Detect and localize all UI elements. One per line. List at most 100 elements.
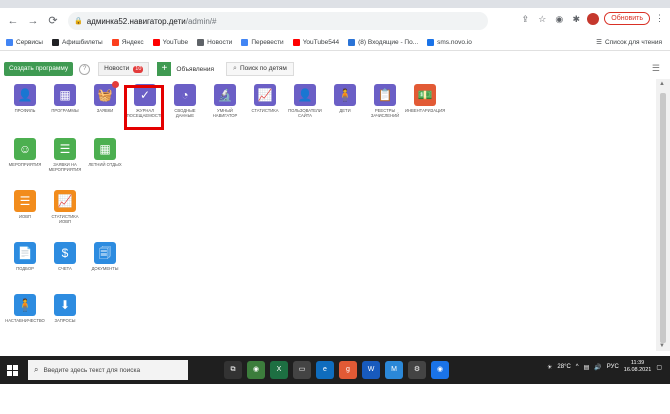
forward-icon[interactable]: → (26, 14, 40, 28)
bookmark-icon (51, 38, 59, 46)
bookmark-label: YouTube (162, 38, 189, 46)
clock[interactable]: 11:39 16.08.2021 (624, 360, 652, 374)
url-input[interactable]: 🔒 админка52.навигатор.дети /admin/# (68, 12, 488, 30)
bookmark-item[interactable]: (8) Входящие - По... (348, 38, 419, 46)
reload-icon[interactable]: ⟳ (46, 14, 60, 28)
url-path: /admin/# (185, 16, 217, 26)
puzzle-icon[interactable]: ✱ (570, 13, 582, 25)
m-app-icon[interactable]: M (385, 361, 403, 379)
weather-icon: ☀ (547, 364, 553, 371)
notifications-icon[interactable]: ▢ (656, 364, 662, 371)
address-bar-row: ← → ⟳ 🔒 админка52.навигатор.дети /admin/… (0, 8, 670, 34)
module-tile[interactable]: 🔬 Умный навигатор (205, 84, 245, 118)
module-tile[interactable]: 📈 Статистика (245, 84, 285, 113)
tray-arrow-icon[interactable]: ^ (576, 364, 579, 370)
invoice-icon: $ (54, 242, 76, 264)
create-program-button[interactable]: Создать программу (4, 62, 74, 76)
taskbar-apps: ⧉ ◉ X ▭ e g W M ⚙ ◉ (224, 361, 454, 379)
edge-icon[interactable]: e (316, 361, 334, 379)
url-host: админка52.навигатор.дети (86, 16, 186, 26)
bookmark-item[interactable]: sms.novo.io (427, 38, 472, 46)
hamburger-icon[interactable]: ☰ (652, 63, 660, 74)
vertical-scrollbar[interactable]: ▲ ▼ (656, 79, 670, 351)
taskbar-search-input[interactable]: ⌕ Введите здесь текст для поиска (28, 360, 188, 380)
share-icon[interactable]: ⇪ (519, 13, 531, 25)
bookmark-item[interactable]: Сервисы (6, 38, 43, 46)
module-tile[interactable]: ▦ Летний отдых (85, 138, 125, 167)
task-view-icon[interactable]: ⧉ (224, 361, 242, 379)
module-tile[interactable]: 🗐 Документы (85, 242, 125, 271)
scroll-thumb[interactable] (660, 93, 666, 343)
module-tile[interactable]: 📋 Реестры зачислений (365, 84, 405, 118)
module-label: Профиль (14, 108, 36, 113)
folder-icon[interactable]: ▭ (293, 361, 311, 379)
network-icon[interactable]: ▤ (584, 364, 590, 371)
star-icon[interactable]: ☆ (536, 13, 548, 25)
extension-icon[interactable]: ◉ (553, 13, 565, 25)
bookmark-label: YouTube544 (302, 38, 340, 46)
calendar-icon: ▦ (54, 84, 76, 106)
add-announcement-button[interactable]: + (157, 62, 172, 76)
bookmark-item[interactable]: YouTube (152, 38, 189, 46)
volume-icon[interactable]: 🔊 (594, 364, 601, 371)
module-tile[interactable]: $ Счета (45, 242, 85, 271)
settings-icon[interactable]: ⚙ (408, 361, 426, 379)
help-icon[interactable]: ? (79, 63, 91, 75)
module-tile[interactable]: 🧍 Дети (325, 84, 365, 113)
module-tile[interactable]: ☺ Мероприятия (5, 138, 45, 167)
module-label: Мероприятия (8, 162, 42, 167)
bookmark-item[interactable]: Афишбилеты (51, 38, 103, 46)
announcements-label[interactable]: Объявления (176, 66, 214, 73)
word-icon[interactable]: W (362, 361, 380, 379)
reading-list-button[interactable]: ☰ Список для чтения (596, 38, 662, 47)
module-tile[interactable]: ⬇ Запросы (45, 294, 85, 323)
back-icon[interactable]: ← (6, 14, 20, 28)
bookmark-label: (8) Входящие - По... (358, 38, 419, 46)
module-tile[interactable]: 💵 Инвентаризация (405, 84, 445, 113)
windows-start-icon[interactable] (7, 364, 18, 376)
scroll-down-icon[interactable]: ▼ (659, 343, 665, 349)
bookmark-label: Яндекс (121, 38, 144, 46)
avatar[interactable] (587, 12, 600, 25)
module-tile[interactable]: ◔ Сводные данные (165, 84, 205, 118)
dashboard-icon: ◔ (174, 84, 196, 106)
bookmark-item[interactable]: YouTube544 (292, 38, 340, 46)
module-label: Умный навигатор (212, 108, 238, 118)
bookmark-item[interactable]: Новости (197, 38, 233, 46)
module-tile[interactable]: ☰ ИОВП (5, 190, 45, 219)
module-tile[interactable]: 👤 Пользователи сайта (285, 84, 325, 118)
list-icon: ☰ (14, 190, 36, 212)
module-label: Документы (91, 266, 119, 271)
bookmark-icon (197, 38, 205, 46)
module-tile[interactable]: 📄 Подбор (5, 242, 45, 271)
module-tile[interactable]: 🧺 Заявки (85, 81, 125, 113)
clock-time: 11:39 (630, 360, 645, 366)
bookmark-icon (292, 38, 300, 46)
module-tile[interactable]: 📈 Статистика ИОВП (45, 190, 85, 224)
search-children-label: Поиск по детям (239, 65, 287, 72)
browser-toolbar-right: ⇪ ☆ ◉ ✱ Обновить ⋮ (519, 12, 664, 25)
search-children-button[interactable]: ⌕ Поиск по детям (226, 62, 294, 76)
bookmark-label: Афишбилеты (61, 38, 103, 46)
update-button[interactable]: Обновить (604, 12, 650, 25)
module-tile[interactable]: 🧍 Наставничество (5, 294, 45, 323)
app-icon[interactable]: g (339, 361, 357, 379)
bookmark-icon (152, 38, 160, 46)
module-tile[interactable]: ▦ Программы (45, 84, 85, 113)
menu-icon[interactable]: ⋮ (655, 13, 664, 24)
chrome-alt-icon[interactable]: ◉ (431, 361, 449, 379)
bookmark-item[interactable]: Яндекс (111, 38, 144, 46)
module-label: Статистика ИОВП (51, 214, 79, 224)
excel-icon[interactable]: X (270, 361, 288, 379)
module-tile[interactable]: 👤 Профиль (5, 84, 45, 113)
scroll-up-icon[interactable]: ▲ (659, 81, 665, 87)
language-label[interactable]: РУС (607, 364, 619, 370)
taskbar: ⌕ Введите здесь текст для поиска ⧉ ◉ X ▭… (0, 356, 670, 384)
news-button[interactable]: Новости 10 (98, 62, 150, 76)
module-label: Инвентаризация (405, 108, 446, 113)
bookmark-label: Новости (207, 38, 233, 46)
bookmark-item[interactable]: Перевести (241, 38, 284, 46)
module-label: Заявки на мероприятия (48, 162, 82, 172)
chrome-icon[interactable]: ◉ (247, 361, 265, 379)
module-tile[interactable]: ☰ Заявки на мероприятия (45, 138, 85, 172)
